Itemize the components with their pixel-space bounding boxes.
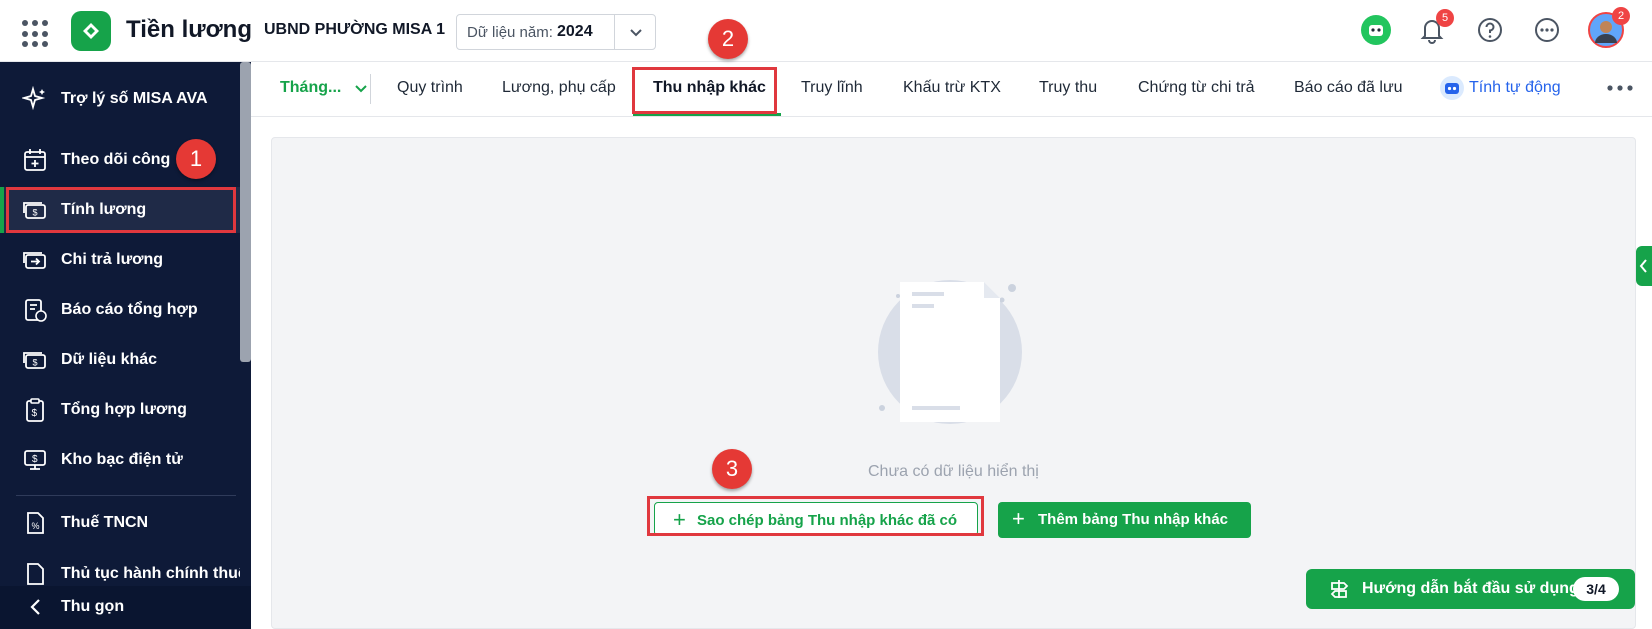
month-select[interactable]: Tháng... [280,79,341,97]
add-button-label: Thêm bảng Thu nhập khác [1038,511,1229,528]
sidebar-scrollbar[interactable] [240,62,251,362]
guide-label: Hướng dẫn bắt đầu sử dụng [1362,580,1579,597]
sidebar-item-label: Theo dõi công [61,151,171,168]
svg-text:$: $ [33,358,38,368]
svg-text:$: $ [32,408,38,419]
sidebar-item-other-data[interactable]: $ Dữ liệu khác [0,337,240,383]
notification-badge: 5 [1436,9,1454,27]
step-marker-2: 2 [708,19,748,59]
sidebar-item-label: Kho bạc điện tử [61,451,183,468]
tab-payment-vouchers[interactable]: Chứng từ chi trả [1138,79,1255,97]
sidebar-item-tax-procedures[interactable]: Thủ tục hành chính thuế [0,551,240,586]
tax-document-icon: % [22,510,48,536]
sidebar-collapse-button[interactable]: Thu gọn [0,586,251,629]
tab-back-pay[interactable]: Truy lĩnh [801,79,863,97]
guide-progress: 3/4 [1573,577,1619,601]
sidebar-divider [16,495,236,496]
sidebar-item-salary-summary[interactable]: $ Tổng hợp lương [0,387,240,433]
sidebar-item-label: Dữ liệu khác [61,351,158,368]
chevron-down-icon[interactable] [627,23,645,46]
tab-salary-allowance[interactable]: Lương, phụ cấp [502,79,616,97]
year-select[interactable]: Dữ liệu năm: 2024 [456,14,656,50]
year-select-divider [614,15,615,49]
signpost-icon [1328,578,1350,605]
highlight-tab-other-income [632,67,777,114]
clipboard-dollar-icon: $ [22,397,48,423]
org-name[interactable]: UBND PHƯỜNG MISA 1 [264,21,445,39]
svg-text:%: % [32,521,40,531]
apps-grid-icon[interactable] [22,20,50,48]
chevron-left-icon [26,597,46,622]
step-marker-3: 3 [712,449,752,489]
step-marker-1: 1 [176,139,216,179]
robot-icon [1439,75,1465,106]
avatar[interactable]: 2 [1588,7,1630,48]
sidebar-item-salary-payment[interactable]: Chi trả lương [0,237,240,283]
help-icon[interactable] [1474,14,1506,46]
sidebar-item-pit[interactable]: % Thuế TNCN [0,500,240,546]
plus-icon: + [1012,506,1025,531]
add-other-income-button[interactable]: + Thêm bảng Thu nhập khác [998,502,1251,538]
top-header: Tiền lương UBND PHƯỜNG MISA 1 Dữ liệu nă… [0,0,1652,62]
avatar-badge: 2 [1612,7,1630,25]
sidebar-item-e-treasury[interactable]: $ Kho bạc điện tử [0,437,240,483]
app-logo-icon [71,11,111,51]
highlight-sidebar-payroll [6,187,236,233]
chevron-down-icon[interactable] [353,80,369,101]
collapse-label: Thu gọn [61,598,125,615]
app-title: Tiền lương [126,16,252,43]
tab-recovery[interactable]: Truy thu [1039,79,1097,97]
expand-panel-tab[interactable] [1636,246,1652,286]
highlight-copy-button [647,496,984,536]
monitor-dollar-icon: $ [22,447,48,473]
sidebar-item-label: Trợ lý số MISA AVA [61,90,208,107]
sidebar-item-misa-ava[interactable]: Trợ lý số MISA AVA [0,76,240,122]
year-select-label: Dữ liệu năm: [467,24,553,41]
payment-icon [22,247,48,273]
empty-state-message: Chưa có dữ liệu hiển thị [868,463,1039,480]
auto-calculate-link[interactable]: Tính tự động [1469,79,1561,97]
sidebar-item-summary-report[interactable]: Báo cáo tổng hợp [0,287,240,333]
sidebar-item-label: Thủ tục hành chính thuế [61,565,240,582]
tab-ktx-deduction[interactable]: Khấu trừ KTX [903,79,1001,97]
tab-divider [370,74,371,104]
document-icon [22,561,48,586]
year-select-value: 2024 [557,23,593,40]
sidebar-item-label: Báo cáo tổng hợp [61,301,198,318]
more-options-icon[interactable] [1531,14,1563,46]
bell-icon[interactable]: 5 [1416,9,1454,46]
more-horizontal-icon[interactable] [1605,78,1635,103]
svg-text:$: $ [32,454,38,465]
tab-saved-reports[interactable]: Báo cáo đã lưu [1294,79,1403,97]
sparkle-icon [20,85,48,112]
report-icon [22,297,48,323]
sidebar-item-label: Tổng hợp lương [61,401,187,418]
sidebar-item-label: Chi trả lương [61,251,164,268]
tab-process[interactable]: Quy trình [397,79,463,97]
sidebar-item-label: Thuế TNCN [61,514,149,531]
money-icon: $ [22,347,48,373]
empty-document-icon [872,276,1022,431]
calendar-plus-icon [22,147,48,173]
getting-started-guide-button[interactable]: Hướng dẫn bắt đầu sử dụng 3/4 [1306,569,1635,609]
robot-assistant-icon[interactable] [1360,14,1392,46]
